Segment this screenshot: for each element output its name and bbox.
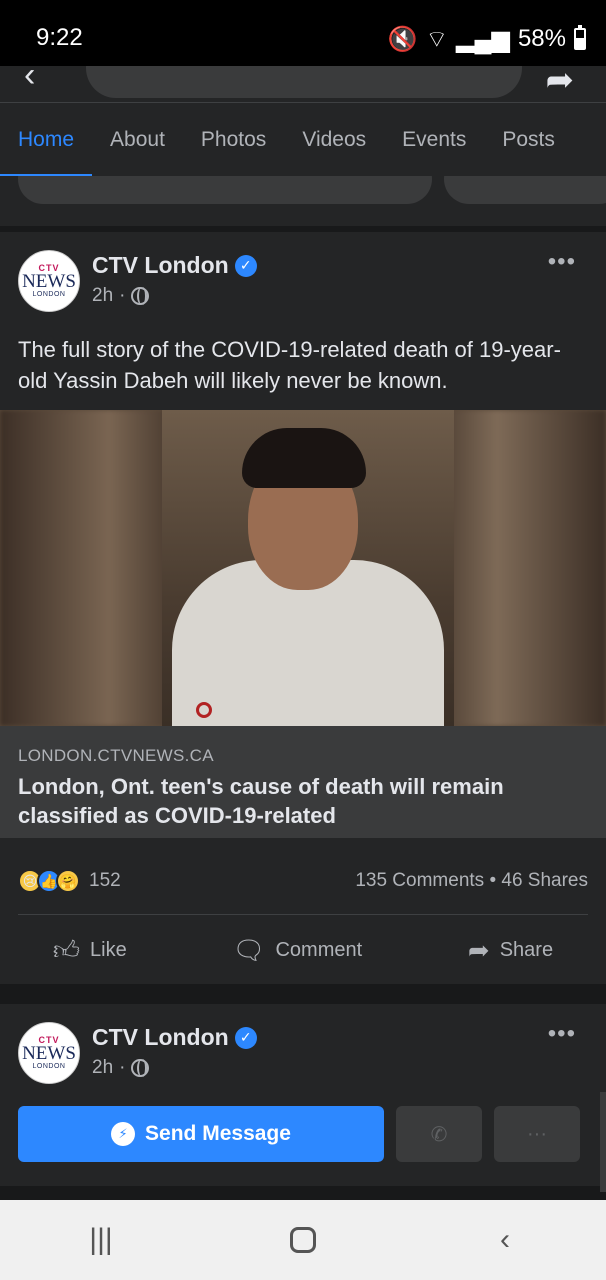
share-button[interactable]: ➦ Share [468,935,553,966]
recents-icon[interactable]: ||| [71,1223,131,1257]
share-label: Share [499,938,554,961]
post-card: CTV NEWS LONDON CTV London ✓ 2h · ••• Th… [0,232,606,984]
avatar[interactable]: CTV NEWS LONDON [18,250,80,312]
page-tabs: Home About Photos Videos Events Posts [0,102,606,177]
send-message-button[interactable]: ⚡ Send Message [18,1106,384,1162]
call-button[interactable]: ✆ [396,1106,482,1162]
page-header: ‹ ➦ [0,66,606,102]
tab-posts[interactable]: Posts [484,103,573,177]
home-icon [290,1227,316,1253]
post-card-2: CTV NEWS LONDON CTV London ✓ 2h · ••• ⚡ … [0,1004,606,1186]
like-label: Like [90,938,127,961]
post-time-text-2[interactable]: 2h [92,1057,113,1079]
photo-hair [242,428,366,488]
post-header-2: CTV NEWS LONDON CTV London ✓ 2h · [18,1022,257,1084]
hoodie-logo [196,702,212,718]
verified-badge-icon: ✓ [234,254,257,277]
tab-photos[interactable]: Photos [183,103,284,177]
messenger-icon: ⚡ [111,1122,136,1146]
tab-home[interactable]: Home [0,103,93,177]
tab-events[interactable]: Events [384,103,484,177]
reaction-icons[interactable]: 😢 👍 🤗 152 [18,869,121,893]
reaction-count: 152 [89,870,121,891]
avatar-city-2: LONDON [32,1062,66,1070]
page-name-text[interactable]: CTV London [92,252,229,279]
scrollbar[interactable] [600,1092,606,1192]
home-nav-button[interactable] [273,1227,333,1253]
avatar-2[interactable]: CTV NEWS LONDON [18,1022,80,1084]
thumbs-up-icon: 👍︎ [52,934,81,965]
page-name-2[interactable]: CTV London ✓ [92,1024,257,1051]
like-button[interactable]: 👍︎ Like [53,935,127,966]
page-action-buttons [0,176,606,226]
post-time-text[interactable]: 2h [92,285,113,307]
post-time: 2h · [92,285,257,307]
signal-icon: ▂▄▆ [456,25,510,53]
wifi-icon: ⌔ [425,26,449,53]
tab-videos[interactable]: Videos [284,103,384,177]
status-time: 9:22 [36,24,83,51]
more-options-icon[interactable]: ••• [548,248,576,276]
message-actions: ⚡ Send Message ✆ ··· [18,1106,590,1162]
search-bar[interactable] [86,66,522,98]
post-time-2: 2h · [92,1057,257,1079]
back-nav-icon[interactable]: ‹ [475,1223,535,1257]
separator-dot: · [119,285,126,306]
image-photo [162,410,454,726]
send-message-label: Send Message [145,1122,291,1145]
share-icon: ➦ [467,934,490,965]
status-bar: 9:22 🔇 ⌔ ▂▄▆ 58% [0,0,606,66]
post-header: CTV NEWS LONDON CTV London ✓ 2h · [18,250,257,312]
reaction-summary: 😢 👍 🤗 152 135 Comments • 46 Shares [18,866,588,896]
ellipsis-icon: ··· [527,1122,547,1145]
comment-icon: 🗨︎ [232,934,266,965]
more-options-icon[interactable]: ••• [548,1020,576,1048]
avatar-news-2: NEWS [22,1042,76,1064]
post-image[interactable] [0,410,606,726]
page-name-text-2[interactable]: CTV London [92,1024,229,1051]
globe-icon [131,1059,150,1077]
divider [18,914,588,915]
post-text: The full story of the COVID-19-related d… [18,337,561,393]
like-page-button[interactable] [444,176,606,204]
page-name[interactable]: CTV London ✓ [92,252,257,279]
globe-icon [131,287,150,305]
status-icons: 🔇 ⌔ ▂▄▆ 58% [388,24,586,54]
care-reaction-icon: 🤗 [56,869,80,893]
like-message-buttons[interactable] [18,176,432,204]
separator-dot: · [119,1057,126,1078]
post-meta-2: CTV London ✓ 2h · [92,1024,257,1084]
comment-button[interactable]: 🗨︎ Comment [232,935,362,966]
navigation-bar: ||| ‹ [0,1200,606,1280]
verified-badge-icon: ✓ [234,1026,257,1049]
phone-icon: ✆ [430,1123,448,1146]
post-meta: CTV London ✓ 2h · [92,252,257,312]
comments-shares-count[interactable]: 135 Comments • 46 Shares [355,870,588,892]
tab-about[interactable]: About [92,103,183,177]
link-domain: LONDON.CTVNEWS.CA [18,746,214,765]
mute-icon: 🔇 [387,25,418,53]
avatar-city: LONDON [32,290,66,298]
share-page-icon[interactable]: ➦ [546,66,575,100]
link-preview[interactable]: LONDON.CTVNEWS.CA London, Ont. teen's ca… [0,726,606,838]
avatar-news: NEWS [22,270,76,292]
link-title: London, Ont. teen's cause of death will … [18,774,504,828]
post-actions: 👍︎ Like 🗨︎ Comment ➦ Share [0,928,606,972]
comment-label: Comment [275,938,363,961]
more-actions-button[interactable]: ··· [494,1106,580,1162]
back-icon[interactable]: ‹ [24,66,35,95]
battery-level: 58% [517,25,566,52]
battery-icon [574,25,586,50]
